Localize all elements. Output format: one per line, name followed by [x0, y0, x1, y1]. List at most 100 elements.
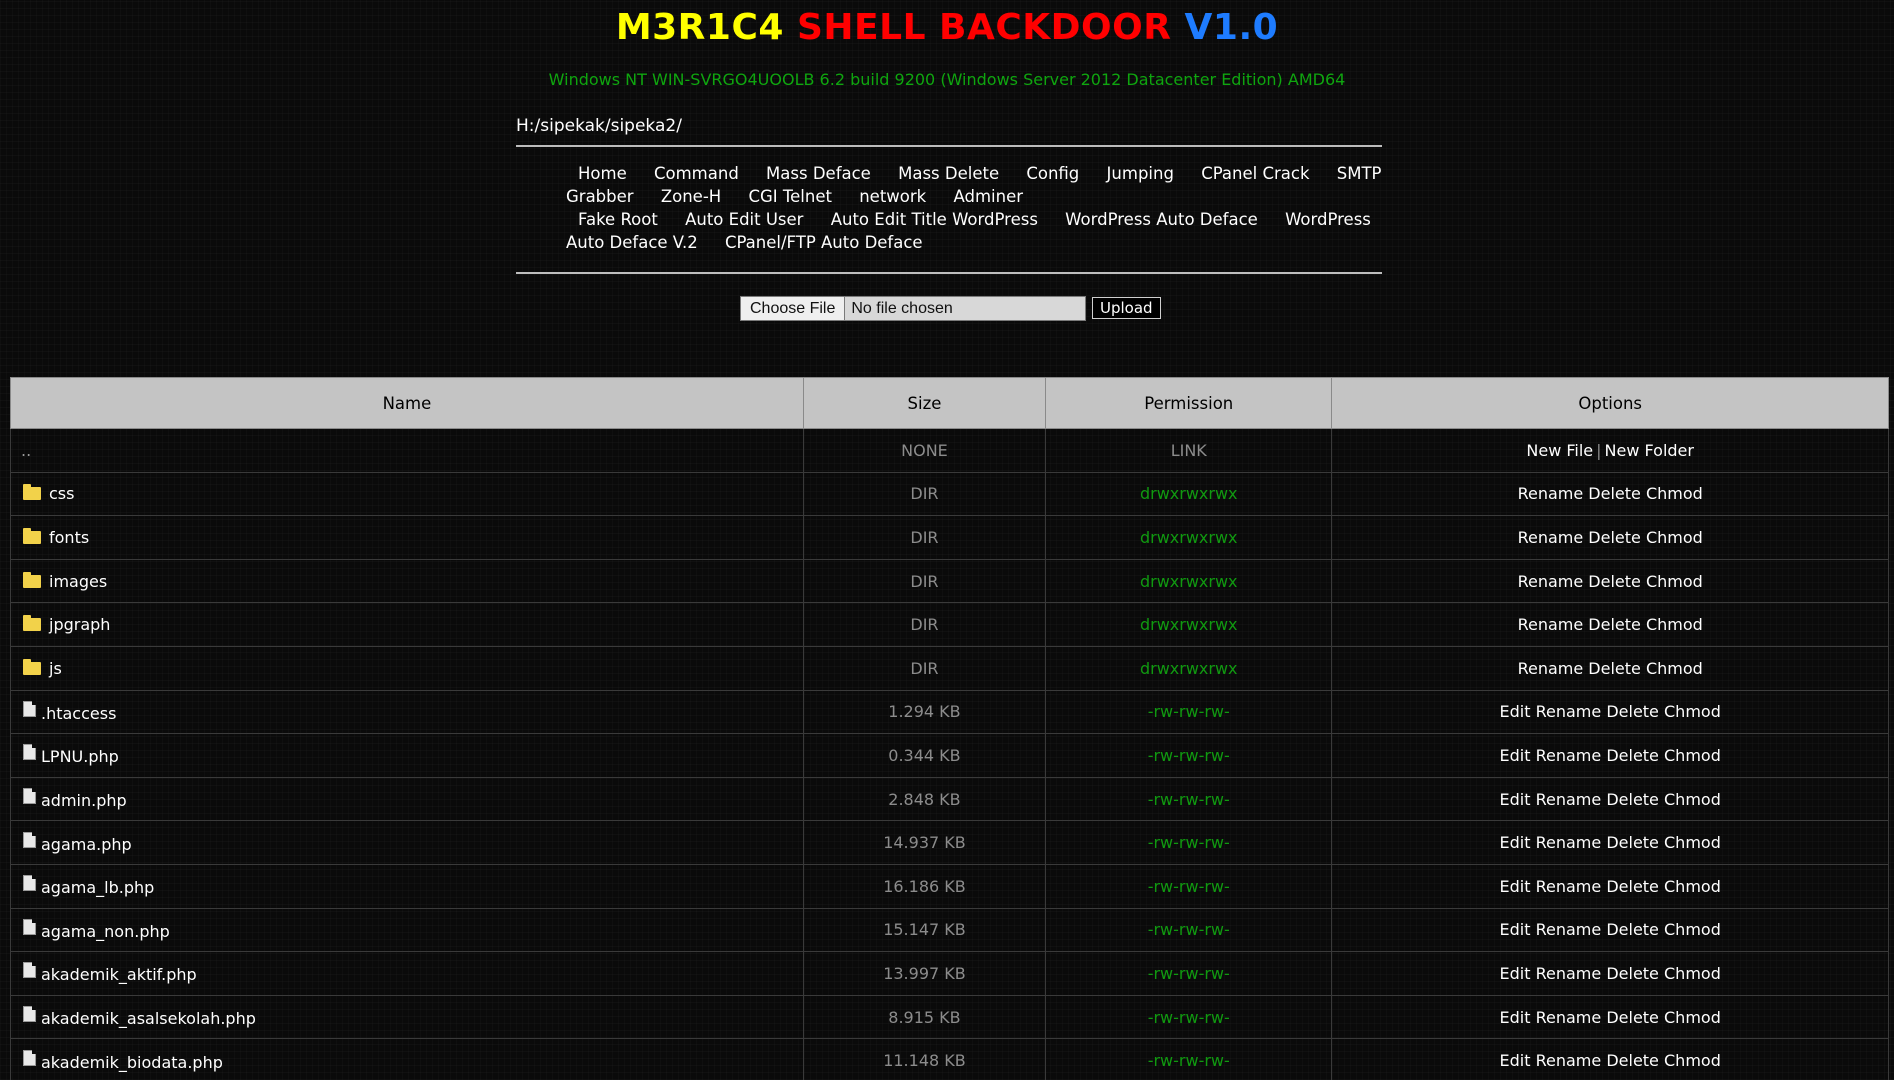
menu-cpanel-crack[interactable]: CPanel Crack [1201, 164, 1309, 183]
menu-fake-root[interactable]: Fake Root [578, 210, 658, 229]
edit-link[interactable]: Edit [1500, 790, 1531, 809]
delete-link[interactable]: Delete [1606, 1008, 1659, 1027]
menu-auto-edit-user[interactable]: Auto Edit User [685, 210, 803, 229]
rename-link[interactable]: Rename [1536, 790, 1602, 809]
entry-permission[interactable]: -rw-rw-rw- [1045, 864, 1333, 909]
chmod-link[interactable]: Chmod [1664, 790, 1721, 809]
edit-link[interactable]: Edit [1500, 964, 1531, 983]
chmod-link[interactable]: Chmod [1664, 746, 1721, 765]
rename-link[interactable]: Rename [1518, 528, 1584, 547]
entry-name[interactable]: agama_lb.php [41, 878, 154, 897]
entry-name[interactable]: fonts [49, 528, 89, 547]
chmod-link[interactable]: Chmod [1664, 1008, 1721, 1027]
rename-link[interactable]: Rename [1536, 746, 1602, 765]
menu-cpanel-ftp-auto-deface[interactable]: CPanel/FTP Auto Deface [725, 233, 923, 252]
entry-name[interactable]: css [49, 484, 74, 503]
delete-link[interactable]: Delete [1606, 1051, 1659, 1070]
rename-link[interactable]: Rename [1536, 964, 1602, 983]
edit-link[interactable]: Edit [1500, 1008, 1531, 1027]
delete-link[interactable]: Delete [1606, 746, 1659, 765]
rename-link[interactable]: Rename [1536, 833, 1602, 852]
menu-network[interactable]: network [859, 187, 926, 206]
chmod-link[interactable]: Chmod [1664, 920, 1721, 939]
current-path[interactable]: H:/sipekak/sipeka2/ [516, 116, 682, 136]
chmod-link[interactable]: Chmod [1646, 572, 1703, 591]
entry-name[interactable]: jpgraph [49, 615, 110, 634]
choose-file-button[interactable]: Choose File [741, 296, 846, 320]
delete-link[interactable]: Delete [1588, 659, 1641, 678]
delete-link[interactable]: Delete [1588, 484, 1641, 503]
entry-permission[interactable]: -rw-rw-rw- [1045, 690, 1333, 735]
rename-link[interactable]: Rename [1536, 702, 1602, 721]
edit-link[interactable]: Edit [1500, 1051, 1531, 1070]
delete-link[interactable]: Delete [1606, 702, 1659, 721]
edit-link[interactable]: Edit [1500, 920, 1531, 939]
entry-name[interactable]: akademik_asalsekolah.php [41, 1009, 256, 1028]
delete-link[interactable]: Delete [1606, 833, 1659, 852]
entry-name[interactable]: akademik_biodata.php [41, 1053, 223, 1072]
entry-permission[interactable]: -rw-rw-rw- [1045, 908, 1333, 953]
menu-mass-deface[interactable]: Mass Deface [766, 164, 871, 183]
entry-name[interactable]: LPNU.php [41, 747, 119, 766]
menu-config[interactable]: Config [1026, 164, 1079, 183]
rename-link[interactable]: Rename [1518, 615, 1584, 634]
entry-permission[interactable]: -rw-rw-rw- [1045, 1038, 1333, 1080]
entry-permission[interactable]: drwxrwxrwx [1045, 515, 1333, 560]
menu-cgi-telnet[interactable]: CGI Telnet [748, 187, 832, 206]
entry-name[interactable]: akademik_aktif.php [41, 965, 197, 984]
entry-permission[interactable]: -rw-rw-rw- [1045, 733, 1333, 778]
edit-link[interactable]: Edit [1500, 746, 1531, 765]
rename-link[interactable]: Rename [1536, 1051, 1602, 1070]
menu-zone-h[interactable]: Zone-H [661, 187, 721, 206]
entry-name[interactable]: agama.php [41, 835, 132, 854]
entry-permission[interactable]: drwxrwxrwx [1045, 646, 1333, 691]
entry-name[interactable]: images [49, 572, 107, 591]
upload-button[interactable]: Upload [1092, 297, 1161, 319]
menu-home[interactable]: Home [578, 164, 627, 183]
delete-link[interactable]: Delete [1606, 877, 1659, 896]
entry-permission[interactable]: -rw-rw-rw- [1045, 951, 1333, 996]
delete-link[interactable]: Delete [1606, 964, 1659, 983]
delete-link[interactable]: Delete [1588, 528, 1641, 547]
chmod-link[interactable]: Chmod [1664, 877, 1721, 896]
entry-permission[interactable]: drwxrwxrwx [1045, 472, 1333, 517]
entry-permission[interactable]: drwxrwxrwx [1045, 559, 1333, 604]
menu-adminer[interactable]: Adminer [953, 187, 1023, 206]
delete-link[interactable]: Delete [1588, 615, 1641, 634]
parent-dir-link[interactable]: .. [21, 441, 31, 460]
rename-link[interactable]: Rename [1536, 877, 1602, 896]
entry-permission[interactable]: -rw-rw-rw- [1045, 777, 1333, 822]
menu-jumping[interactable]: Jumping [1107, 164, 1174, 183]
menu-mass-delete[interactable]: Mass Delete [898, 164, 999, 183]
rename-link[interactable]: Rename [1518, 484, 1584, 503]
delete-link[interactable]: Delete [1588, 572, 1641, 591]
edit-link[interactable]: Edit [1500, 877, 1531, 896]
menu-auto-edit-title-wordpress[interactable]: Auto Edit Title WordPress [831, 210, 1038, 229]
file-input[interactable]: Choose File No file chosen [740, 295, 1086, 321]
entry-name[interactable]: agama_non.php [41, 922, 170, 941]
rename-link[interactable]: Rename [1518, 659, 1584, 678]
delete-link[interactable]: Delete [1606, 790, 1659, 809]
chmod-link[interactable]: Chmod [1646, 615, 1703, 634]
entry-name[interactable]: admin.php [41, 791, 127, 810]
entry-permission[interactable]: drwxrwxrwx [1045, 602, 1333, 647]
chmod-link[interactable]: Chmod [1646, 659, 1703, 678]
entry-permission[interactable]: -rw-rw-rw- [1045, 995, 1333, 1040]
chmod-link[interactable]: Chmod [1664, 1051, 1721, 1070]
chmod-link[interactable]: Chmod [1664, 833, 1721, 852]
rename-link[interactable]: Rename [1536, 920, 1602, 939]
chmod-link[interactable]: Chmod [1664, 964, 1721, 983]
edit-link[interactable]: Edit [1500, 702, 1531, 721]
menu-wordpress-auto-deface[interactable]: WordPress Auto Deface [1065, 210, 1258, 229]
menu-command[interactable]: Command [654, 164, 739, 183]
chmod-link[interactable]: Chmod [1664, 702, 1721, 721]
rename-link[interactable]: Rename [1536, 1008, 1602, 1027]
entry-permission[interactable]: -rw-rw-rw- [1045, 820, 1333, 865]
entry-name[interactable]: .htaccess [41, 704, 116, 723]
rename-link[interactable]: Rename [1518, 572, 1584, 591]
chmod-link[interactable]: Chmod [1646, 484, 1703, 503]
delete-link[interactable]: Delete [1606, 920, 1659, 939]
chmod-link[interactable]: Chmod [1646, 528, 1703, 547]
new-folder-link[interactable]: New Folder [1605, 441, 1694, 460]
edit-link[interactable]: Edit [1500, 833, 1531, 852]
